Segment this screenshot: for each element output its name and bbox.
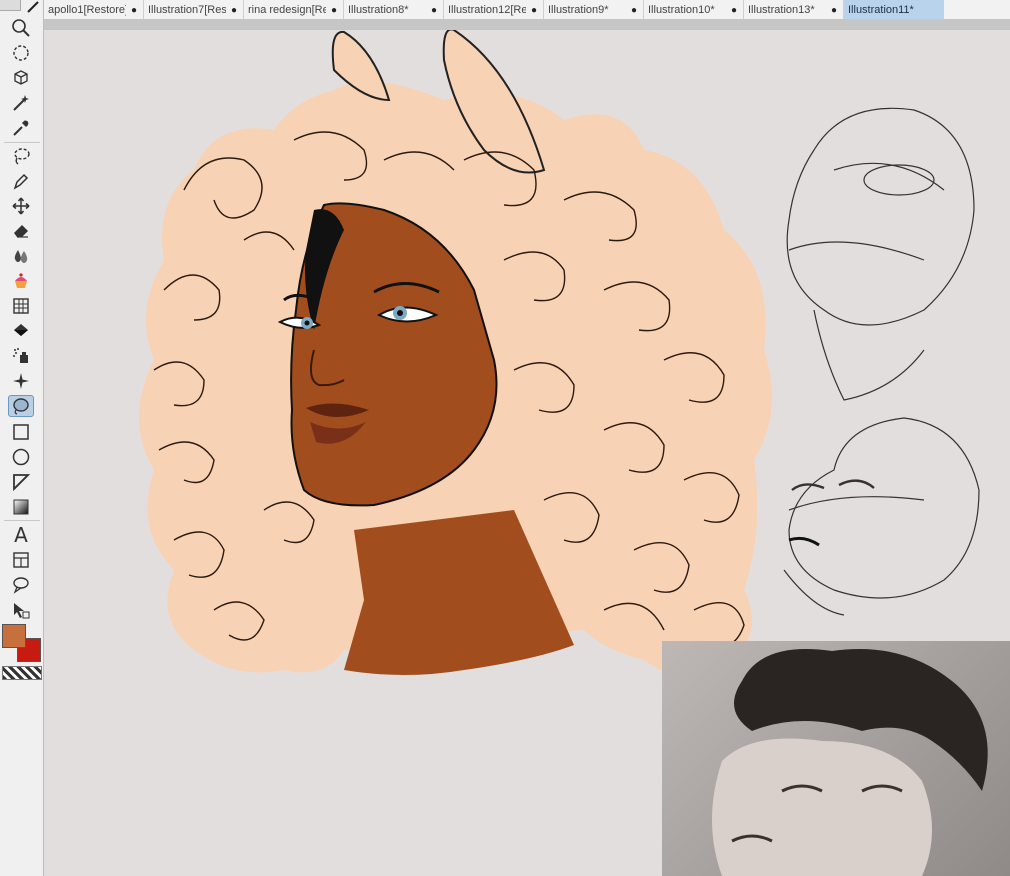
cube-icon [14,70,28,85]
bucket-icon [14,324,28,336]
ruler-tool-button[interactable] [8,471,34,493]
speech-balloon-icon [13,577,29,594]
tab-close-dot-icon[interactable]: ● [631,5,637,16]
tab-label: rina redesign[Restore] [248,3,326,16]
magnifier-icon [12,19,30,37]
eyedropper-icon [13,120,29,136]
gradient-tool-button[interactable] [8,496,34,518]
mesh-tool-button[interactable] [8,295,34,317]
head-sketch-bottom [783,417,980,616]
rectangle-icon [13,424,29,440]
gradient-icon [13,499,29,515]
rectangle-tool-button[interactable] [8,421,34,443]
sparkle-tool-button[interactable] [8,370,34,392]
blend-tool-button[interactable] [8,245,34,267]
tab-rina-redesign-restore[interactable]: rina redesign[Restore] ● [244,0,344,19]
document-tab-bar: apollo1[Restore] ● Illustration7[Restore] ●… [44,0,1010,20]
spray-icon [13,348,28,363]
tab-illustration9[interactable]: Illustration9* ● [544,0,644,19]
sparkle-icon [13,373,29,389]
balloon-tool-button[interactable] [8,574,34,596]
tab-close-dot-icon[interactable]: ● [531,5,537,16]
tab-label: Illustration12[Restore] [448,3,526,16]
ruler-icon [13,474,31,492]
tab-close-dot-icon[interactable]: ● [431,5,437,16]
pen-icon [13,173,29,190]
ellipse-icon [12,448,30,466]
foreground-color-swatch[interactable] [2,624,26,648]
zoom-tool-button[interactable] [8,17,34,39]
tab-label: Illustration9* [548,3,609,16]
tab-illustration8[interactable]: Illustration8* ● [344,0,444,19]
tab-close-dot-icon[interactable]: ● [831,5,837,16]
tab-illustration10[interactable]: Illustration10* ● [644,0,744,19]
text-tool-button[interactable]: A [8,523,34,547]
pen-tool-button[interactable] [8,170,34,192]
eyedropper-tool-button[interactable] [8,117,34,139]
fill-tool-button[interactable] [8,320,34,342]
tab-label: Illustration10* [648,3,715,16]
magic-wand-icon [13,95,29,111]
tab-label: Illustration13* [748,3,815,16]
brush-shortcut-icon[interactable] [22,0,44,13]
tab-close-dot-icon[interactable]: ● [331,5,337,16]
lasso-tool-button[interactable] [8,145,34,167]
ellipse-tool-button[interactable] [8,446,34,468]
tool-palette: A [0,0,44,876]
transparent-color-swatch[interactable] [2,666,42,680]
eraser-tool-button[interactable] [8,220,34,242]
cursor-icon [14,603,30,619]
reference-photo [662,641,1010,876]
grid-icon [13,298,29,314]
tab-label: Illustration8* [348,3,409,16]
tab-apollo1-restore[interactable]: apollo1[Restore] ● [44,0,144,19]
tab-illustration12-restore[interactable]: Illustration12[Restore] ● [444,0,544,19]
tab-label: Illustration7[Restore] [148,3,226,16]
drawing-canvas[interactable] [44,30,1010,876]
move-icon [12,197,30,215]
head-sketch-top [786,107,975,401]
move-tool-button[interactable] [8,195,34,217]
rotate-icon [13,45,29,61]
tab-close-dot-icon[interactable]: ● [131,5,137,16]
tab-illustration13[interactable]: Illustration13* ● [744,0,844,19]
frame-icon [13,552,29,568]
object-tool-button[interactable] [8,599,34,621]
decoration-tool-button[interactable] [8,270,34,292]
tab-label: Illustration11* [848,3,914,16]
frame-tool-button[interactable] [8,549,34,571]
tab-illustration11[interactable]: Illustration11* [844,0,944,19]
3d-tool-button[interactable] [8,67,34,89]
gradient-fill-tool-button[interactable] [8,345,34,367]
tab-sub-bar [44,19,1010,30]
tab-close-dot-icon[interactable]: ● [731,5,737,16]
text-icon: A [14,523,28,547]
selection-pen-tool-button[interactable] [8,395,34,417]
drops-icon [14,250,28,263]
lasso-fill-icon [13,398,29,415]
magic-wand-tool-button[interactable] [8,92,34,114]
tab-close-dot-icon[interactable]: ● [231,5,237,16]
rotate-tool-button[interactable] [8,42,34,64]
tab-label: apollo1[Restore] [48,3,126,16]
cupcake-icon [15,273,27,288]
eraser-icon [14,225,28,238]
lasso-icon [14,148,30,165]
tab-illustration7-restore[interactable]: Illustration7[Restore] ● [144,0,244,19]
palette-menu-button[interactable] [0,0,21,11]
